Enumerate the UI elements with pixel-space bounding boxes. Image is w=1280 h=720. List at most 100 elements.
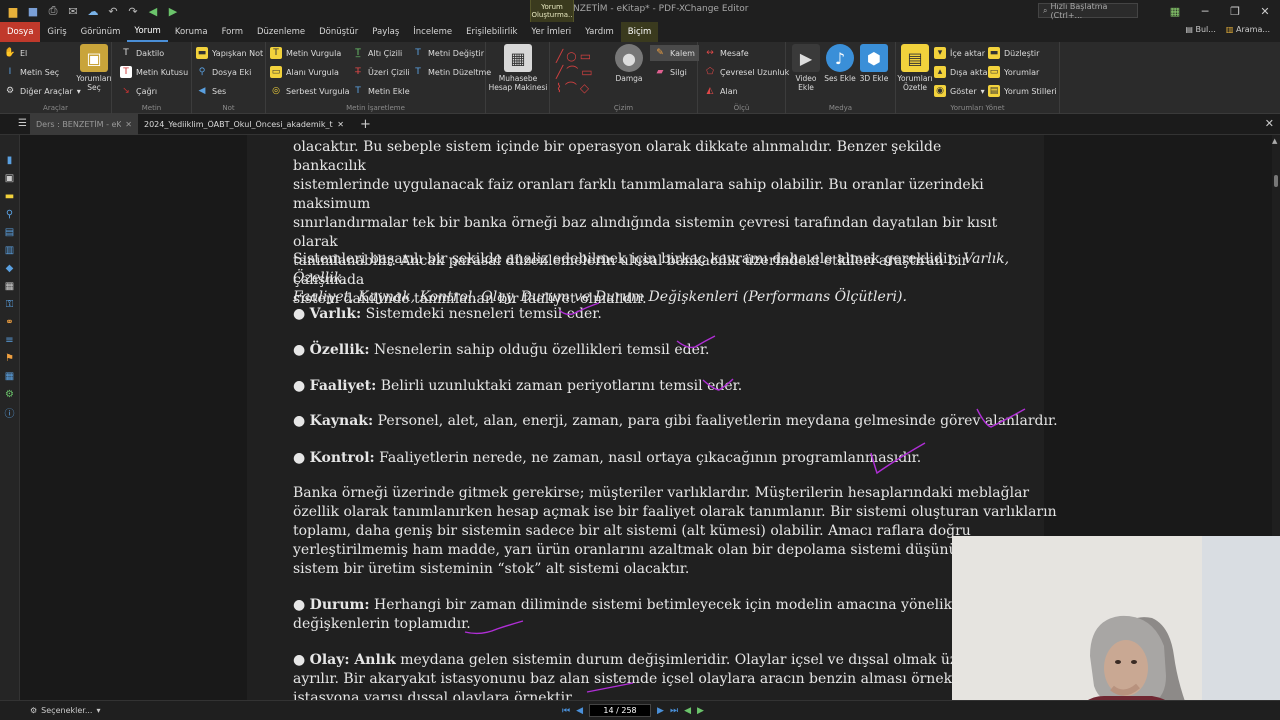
sticky-note-button[interactable]: ▬ Yapışkan Not <box>196 45 263 61</box>
search-doc-icon: ▥ <box>1225 25 1236 34</box>
next-page-icon[interactable]: ▶ <box>657 706 664 716</box>
import-button[interactable]: ▾ İçe aktar <box>934 45 985 61</box>
bullet-text: meydana gelen sistemin durum değişimleri… <box>395 652 1019 668</box>
freehand-highlight-button[interactable]: ◎ Serbest Vurgula <box>270 83 350 99</box>
pages-icon[interactable]: ▣ <box>3 171 16 185</box>
print-icon[interactable]: ⎙ <box>46 4 60 18</box>
cloud-icon[interactable]: ☁ <box>86 4 100 18</box>
options-button[interactable]: ⚙ Seçenekler... ▾ <box>30 706 100 715</box>
previous-view-icon[interactable]: ◀ <box>684 706 691 716</box>
tab-bicim[interactable]: Biçim <box>620 22 659 42</box>
previous-page-icon[interactable]: ◀ <box>576 706 583 716</box>
redo-icon[interactable]: ↷ <box>126 4 140 18</box>
file-attachment-button[interactable]: ⚲ Dosya Eki <box>196 64 252 80</box>
fields-icon[interactable]: ▥ <box>3 243 16 257</box>
eraser-button[interactable]: ▰ Silgi <box>650 64 691 80</box>
tab-giris[interactable]: Giriş <box>40 22 73 42</box>
tab-yardim[interactable]: Yardım <box>578 22 621 42</box>
flatten-button[interactable]: ▬ Düzleştir <box>988 45 1039 61</box>
restore-icon[interactable]: ❐ <box>1220 0 1250 22</box>
page-number-field[interactable]: 14 / 258 <box>589 704 652 717</box>
forward-icon[interactable]: ▶ <box>166 4 180 18</box>
comments-button[interactable]: ▭ Yorumlar <box>988 64 1039 80</box>
typewriter-button[interactable]: T Daktilo <box>120 45 164 61</box>
add-3d-button[interactable]: ⬢ 3D Ekle <box>858 44 890 83</box>
signatures-icon[interactable]: ⚿ <box>3 297 16 311</box>
shape-tools-grid[interactable]: ╱○▭ ╱⌒▭ ⌇⌒◇ <box>556 48 612 96</box>
area-button[interactable]: ◭ Alan <box>704 83 738 99</box>
last-page-icon[interactable]: ⏭ <box>670 706 678 716</box>
undo-icon[interactable]: ↶ <box>106 4 120 18</box>
sound-button[interactable]: ◀ Ses <box>196 83 227 99</box>
tab-duzenleme[interactable]: Düzenleme <box>250 22 312 42</box>
calculator-button[interactable]: ▦ Muhasebe Hesap Makinesi <box>488 44 548 92</box>
select-comments-button[interactable]: ▣ Yorumları Seç <box>76 44 112 92</box>
stamp-button[interactable]: ● Damga <box>614 44 644 83</box>
hand-tool-button[interactable]: ✋ El <box>4 45 27 61</box>
links-icon[interactable]: ⚭ <box>3 315 16 329</box>
tab-yer-imleri[interactable]: Yer İmleri <box>524 22 578 42</box>
text-box-button[interactable]: T Metin Kutusu <box>120 64 188 80</box>
destinations-icon[interactable]: ▤ <box>3 225 16 239</box>
comments-panel-icon[interactable]: ▬ <box>3 189 16 203</box>
minimize-icon[interactable]: ─ <box>1190 0 1220 22</box>
tab-gorunum[interactable]: Görünüm <box>74 22 128 42</box>
quick-launch-search[interactable]: ⌕ Hızlı Başlatma (Ctrl+... <box>1038 2 1138 20</box>
close-document-icon[interactable]: ✕ <box>1265 117 1274 130</box>
show-button[interactable]: ◉ Göster ▾ <box>934 83 985 99</box>
underline-button[interactable]: T̲ Altı Çizili <box>352 45 402 61</box>
thumbnails-icon[interactable]: ▦ <box>3 369 16 383</box>
content-icon[interactable]: ▦ <box>3 279 16 293</box>
close-icon[interactable]: ✕ <box>1250 0 1280 22</box>
save-icon[interactable]: ■ <box>26 4 40 18</box>
tab-close-icon[interactable]: ✕ <box>337 120 344 129</box>
tab-paylas[interactable]: Paylaş <box>365 22 406 42</box>
perimeter-button[interactable]: ⬠ Çevresel Uzunluk <box>704 64 789 80</box>
tab-erisilebilirlik[interactable]: Erişilebilirlik <box>459 22 524 42</box>
other-tools-button[interactable]: ⚙ Diğer Araçlar ▾ <box>4 83 81 99</box>
tags-icon[interactable]: ⚑ <box>3 351 16 365</box>
callout-button[interactable]: ↘ Çağrı <box>120 83 157 99</box>
first-page-icon[interactable]: ⏮ <box>562 706 570 716</box>
pen-button[interactable]: ✎ Kalem <box>650 45 699 61</box>
find-button[interactable]: ▤ Bul... <box>1185 25 1216 34</box>
export-button[interactable]: ▴ Dışa aktar <box>934 64 991 80</box>
strikeout-button[interactable]: T̶ Üzeri Çizili <box>352 64 409 80</box>
text-correction-button[interactable]: T Metin Düzeltme <box>412 64 491 80</box>
app-grid-icon[interactable]: ▦ <box>1160 0 1190 22</box>
tab-koruma[interactable]: Koruma <box>168 22 215 42</box>
replace-text-button[interactable]: T Metni Değiştir <box>412 45 484 61</box>
distance-button[interactable]: ↔ Mesafe <box>704 45 748 61</box>
tab-close-icon[interactable]: ✕ <box>125 120 132 129</box>
doc-tab-yediiklim[interactable]: 2024_Yediiklim_ÖABT_Okul_Öncesi_akademik… <box>138 114 350 135</box>
select-text-button[interactable]: I Metin Seç <box>4 64 60 80</box>
attachments-icon[interactable]: ⚲ <box>3 207 16 221</box>
comment-styles-button[interactable]: ▤ Yorum Stilleri <box>988 83 1057 99</box>
highlight-text-button[interactable]: T Metin Vurgula <box>270 45 341 61</box>
structure-icon[interactable]: ≡ <box>3 333 16 347</box>
add-sound-button[interactable]: ♪ Ses Ekle <box>824 44 856 83</box>
scroll-up-icon[interactable]: ▲ <box>1272 137 1277 145</box>
tabs-menu-icon[interactable]: ☰ <box>18 118 27 129</box>
properties-icon[interactable]: ⚙ <box>3 387 16 401</box>
summarize-comments-button[interactable]: ▤ Yorumları Özetle <box>897 44 933 92</box>
next-view-icon[interactable]: ▶ <box>697 706 704 716</box>
bookmarks-icon[interactable]: ▮ <box>3 153 16 167</box>
tab-form[interactable]: Form <box>215 22 250 42</box>
tab-inceleme[interactable]: İnceleme <box>406 22 459 42</box>
tab-dosya[interactable]: Dosya <box>0 22 41 42</box>
search-button[interactable]: ▥ Arama... <box>1226 25 1270 34</box>
insert-text-button[interactable]: T Metin Ekle <box>352 83 409 99</box>
scroll-thumb[interactable] <box>1274 175 1278 187</box>
layers-icon[interactable]: ◆ <box>3 261 16 275</box>
tab-yorum[interactable]: Yorum <box>127 22 168 42</box>
info-icon[interactable]: ⓘ <box>3 405 16 420</box>
email-icon[interactable]: ✉ <box>66 4 80 18</box>
open-folder-icon[interactable]: ▆ <box>6 4 20 18</box>
tab-donustur[interactable]: Dönüştür <box>312 22 365 42</box>
back-icon[interactable]: ◀ <box>146 4 160 18</box>
new-tab-icon[interactable]: + <box>360 117 371 132</box>
add-video-button[interactable]: ▶ Video Ekle <box>790 44 822 92</box>
doc-tab-benzetim[interactable]: Ders : BENZETİM - eKitap*✕ <box>30 113 138 135</box>
highlight-area-button[interactable]: ▭ Alanı Vurgula <box>270 64 339 80</box>
